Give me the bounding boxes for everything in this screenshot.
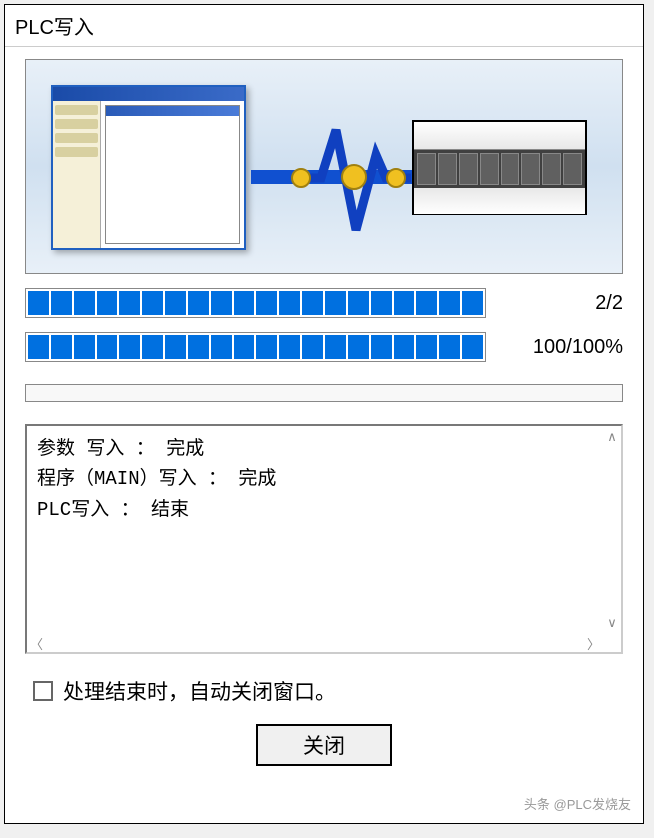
log-line: PLC写入 ： 结束 bbox=[37, 495, 611, 525]
scroll-up-icon[interactable]: ∧ bbox=[607, 429, 617, 445]
pc-illustration bbox=[51, 85, 246, 250]
dialog-title: PLC写入 bbox=[5, 5, 643, 47]
status-bar bbox=[25, 384, 623, 402]
transfer-dot-icon bbox=[386, 168, 406, 188]
progress-bar-steps bbox=[25, 288, 486, 318]
horizontal-scrollbar[interactable]: 〈 〉 bbox=[27, 634, 603, 652]
dialog-content: 2/2 100/100% 参数 写入 ： 完成程序（MAIN）写入 ： 完成PL… bbox=[5, 47, 643, 778]
auto-close-label: 处理结束时，自动关闭窗口。 bbox=[63, 676, 336, 706]
progress-label-steps: 2/2 bbox=[498, 292, 623, 315]
auto-close-option: 处理结束时，自动关闭窗口。 bbox=[25, 676, 623, 706]
watermark-text: 头条 @PLC发烧友 bbox=[524, 794, 631, 813]
button-row: 关闭 bbox=[25, 724, 623, 766]
transfer-dot-icon bbox=[341, 164, 367, 190]
transfer-dot-icon bbox=[291, 168, 311, 188]
progress-row-2: 100/100% bbox=[25, 332, 623, 362]
log-line: 程序（MAIN）写入 ： 完成 bbox=[37, 464, 611, 494]
log-line: 参数 写入 ： 完成 bbox=[37, 434, 611, 464]
vertical-scrollbar[interactable]: ∧ ∨ bbox=[603, 426, 621, 634]
scroll-left-icon[interactable]: 〈 bbox=[30, 634, 43, 653]
plc-write-dialog: PLC写入 bbox=[4, 4, 644, 824]
auto-close-checkbox[interactable] bbox=[33, 681, 53, 701]
progress-label-percent: 100/100% bbox=[498, 336, 623, 359]
close-button[interactable]: 关闭 bbox=[256, 724, 392, 766]
progress-bar-percent bbox=[25, 332, 486, 362]
transfer-illustration bbox=[25, 59, 623, 274]
scroll-down-icon[interactable]: ∨ bbox=[607, 615, 617, 631]
log-textarea[interactable]: 参数 写入 ： 完成程序（MAIN）写入 ： 完成PLC写入 ： 结束 ∧ ∨ … bbox=[25, 424, 623, 654]
progress-row-1: 2/2 bbox=[25, 288, 623, 318]
plc-illustration bbox=[412, 120, 587, 215]
scroll-right-icon[interactable]: 〉 bbox=[587, 634, 600, 653]
